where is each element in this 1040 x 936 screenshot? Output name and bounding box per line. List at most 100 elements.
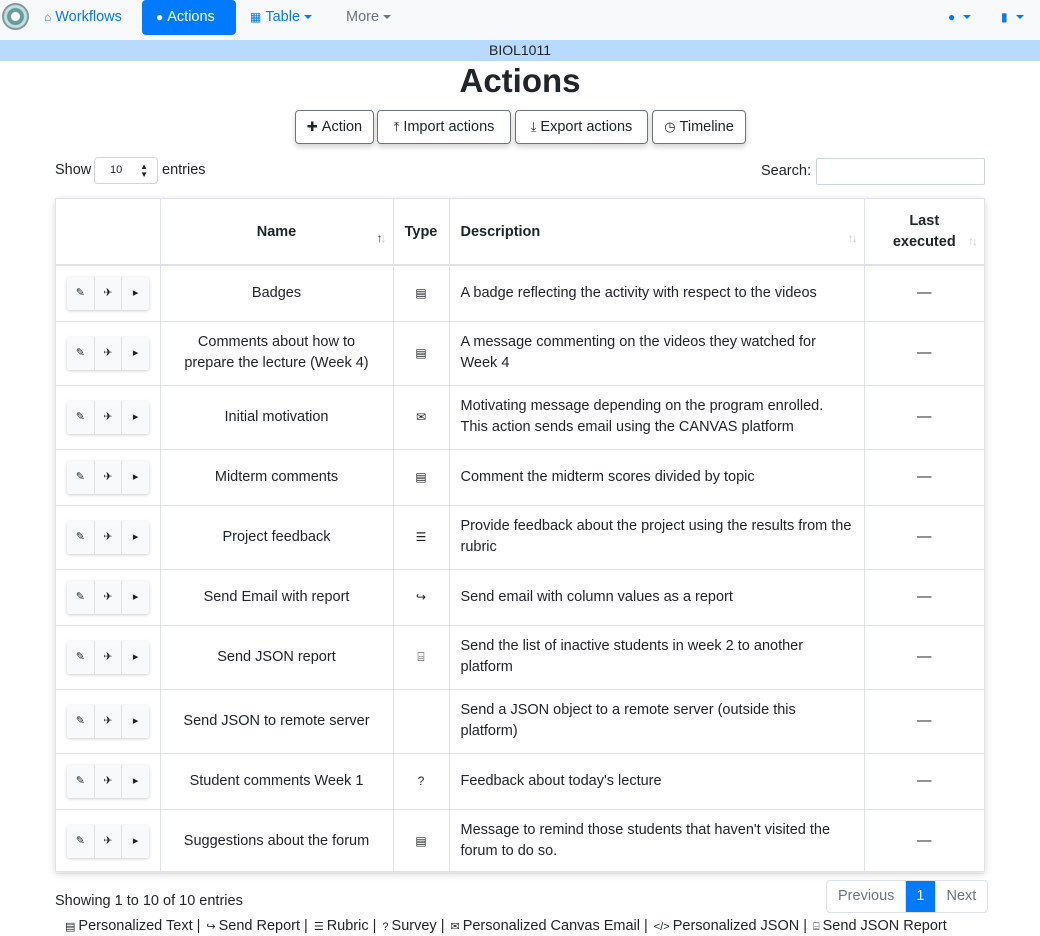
edit-icon[interactable]: ✎ xyxy=(67,640,95,674)
user-icon: ● xyxy=(948,10,956,24)
header-executed-label: executed xyxy=(892,233,956,250)
legend-label: Survey | xyxy=(391,918,445,934)
run-icon[interactable]: ✈ xyxy=(94,460,123,494)
more-caret-icon[interactable]: ▸ xyxy=(122,764,149,798)
pagination: Previous 1 Next xyxy=(826,880,989,913)
search-input[interactable] xyxy=(816,158,985,185)
last-executed: — xyxy=(864,753,984,810)
more-caret-icon[interactable]: ▸ xyxy=(122,400,149,434)
entries-select[interactable]: 10 ▲ ▼ xyxy=(94,157,158,184)
more-caret-icon[interactable]: ▸ xyxy=(122,824,149,858)
table-info: Showing 1 to 10 of 10 entries xyxy=(55,893,243,909)
timeline-button[interactable]: ◷ Timeline xyxy=(652,110,746,144)
more-caret-icon[interactable]: ▸ xyxy=(122,580,149,614)
table-row: ✎ ✈ ▸ Midterm comments ▤ Comment the midterm … xyxy=(56,449,984,506)
json-icon: </> xyxy=(653,921,670,933)
edit-icon[interactable]: ✎ xyxy=(67,824,95,858)
row-operations: ✎ ✈ ▸ xyxy=(56,809,161,874)
more-caret-icon[interactable]: ▸ xyxy=(122,704,149,738)
add-action-button[interactable]: ✚ Action xyxy=(295,110,374,144)
action-name[interactable]: Suggestions about the forum xyxy=(160,809,394,874)
action-name[interactable]: Student comments Week 1 xyxy=(160,753,394,810)
more-caret-icon[interactable]: ▸ xyxy=(122,640,149,674)
send-report-icon: ↪ xyxy=(206,921,216,933)
action-description: Provide feedback about the project using… xyxy=(449,505,865,570)
table-row: ✎ ✈ ▸ Comments about how to prepare the lec… xyxy=(56,321,984,386)
table-icon: ▦ xyxy=(250,10,262,24)
edit-icon[interactable]: ✎ xyxy=(67,580,95,614)
current-page-button[interactable]: 1 xyxy=(906,881,936,912)
header-description[interactable]: Description ↑↓ xyxy=(449,199,865,266)
run-icon[interactable]: ✈ xyxy=(94,824,123,858)
action-description: Send a JSON object to a remote server (o… xyxy=(449,689,865,754)
edit-icon[interactable]: ✎ xyxy=(67,764,95,798)
run-icon[interactable]: ✈ xyxy=(94,640,123,674)
nav-workflows[interactable]: ⌂ Workflows xyxy=(44,0,122,35)
export-actions-label: Export actions xyxy=(540,119,633,135)
action-name[interactable]: Initial motivation xyxy=(160,385,394,450)
last-executed: — xyxy=(864,625,984,690)
row-operations-group: ✎ ✈ ▸ xyxy=(67,460,149,494)
edit-icon[interactable]: ✎ xyxy=(67,400,95,434)
action-name[interactable]: Badges xyxy=(160,265,394,322)
row-operations-group: ✎ ✈ ▸ xyxy=(67,704,149,738)
action-description: Send the list of inactive students in we… xyxy=(449,625,865,690)
sort-icon: ↑↓ xyxy=(968,234,978,248)
edit-icon[interactable]: ✎ xyxy=(67,460,95,494)
run-icon[interactable]: ✈ xyxy=(94,704,123,738)
more-caret-icon[interactable]: ▸ xyxy=(122,520,149,554)
previous-page-button[interactable]: Previous xyxy=(827,881,907,912)
run-icon[interactable]: ✈ xyxy=(94,580,123,614)
run-icon[interactable]: ✈ xyxy=(94,336,123,370)
import-actions-button[interactable]: ⤒ Import actions xyxy=(377,110,511,144)
table-row: ✎ ✈ ▸ Send JSON report ⌸ Send the list of ina… xyxy=(56,625,984,690)
canvas-email-icon: ✉ xyxy=(393,385,450,450)
action-name[interactable]: Midterm comments xyxy=(160,449,394,506)
edit-icon[interactable]: ✎ xyxy=(67,520,95,554)
row-operations-group: ✎ ✈ ▸ xyxy=(67,580,149,614)
clock-icon: ◷ xyxy=(664,119,676,134)
nav-more[interactable]: More xyxy=(346,0,392,35)
action-name[interactable]: Project feedback xyxy=(160,505,394,570)
action-name[interactable]: Comments about how to prepare the lectur… xyxy=(160,321,394,386)
nav-actions[interactable]: ● Actions xyxy=(142,0,236,35)
show-label: Show xyxy=(55,162,92,178)
more-caret-icon[interactable]: ▸ xyxy=(122,276,149,310)
run-icon[interactable]: ✈ xyxy=(94,520,123,554)
top-navbar: ⌂ Workflows ● Actions ▦ Table More ● ▮ xyxy=(0,0,1040,40)
row-operations-group: ✎ ✈ ▸ xyxy=(67,276,149,310)
user-menu[interactable]: ● xyxy=(948,0,972,35)
next-page-button[interactable]: Next xyxy=(936,881,988,912)
row-operations: ✎ ✈ ▸ xyxy=(56,753,161,810)
last-executed: — xyxy=(864,809,984,874)
chevron-down-icon xyxy=(963,15,972,20)
edit-icon[interactable]: ✎ xyxy=(67,276,95,310)
rubric-icon: ☰ xyxy=(393,505,450,570)
personalized-text-icon: ▤ xyxy=(65,921,76,933)
course-name-bar: BIOL1011 xyxy=(0,40,1040,61)
action-name[interactable]: Send JSON to remote server xyxy=(160,689,394,754)
edit-icon[interactable]: ✎ xyxy=(67,336,95,370)
more-caret-icon[interactable]: ▸ xyxy=(122,336,149,370)
action-description: Motivating message depending on the prog… xyxy=(449,385,865,450)
download-icon: ⤓ xyxy=(530,119,537,134)
action-name[interactable]: Send JSON report xyxy=(160,625,394,690)
legend-label: Send JSON Report xyxy=(822,918,947,934)
action-name[interactable]: Send Email with report xyxy=(160,569,394,626)
export-actions-button[interactable]: ⤓ Export actions xyxy=(515,110,648,144)
docs-menu[interactable]: ▮ xyxy=(1001,0,1024,35)
header-description-label: Description xyxy=(460,223,541,240)
run-icon[interactable]: ✈ xyxy=(94,400,123,434)
header-last-executed[interactable]: Last executed ↑↓ xyxy=(864,199,984,266)
run-icon[interactable]: ✈ xyxy=(94,276,123,310)
last-executed: — xyxy=(864,569,984,626)
plus-icon: ✚ xyxy=(306,119,318,134)
run-icon[interactable]: ✈ xyxy=(94,764,123,798)
row-operations: ✎ ✈ ▸ xyxy=(56,625,161,690)
header-name[interactable]: Name ↑↓ xyxy=(160,199,394,266)
edit-icon[interactable]: ✎ xyxy=(67,704,95,738)
ontask-logo[interactable] xyxy=(2,3,29,30)
more-caret-icon[interactable]: ▸ xyxy=(122,460,149,494)
nav-table[interactable]: ▦ Table xyxy=(250,0,313,35)
add-action-label: Action xyxy=(321,119,363,135)
